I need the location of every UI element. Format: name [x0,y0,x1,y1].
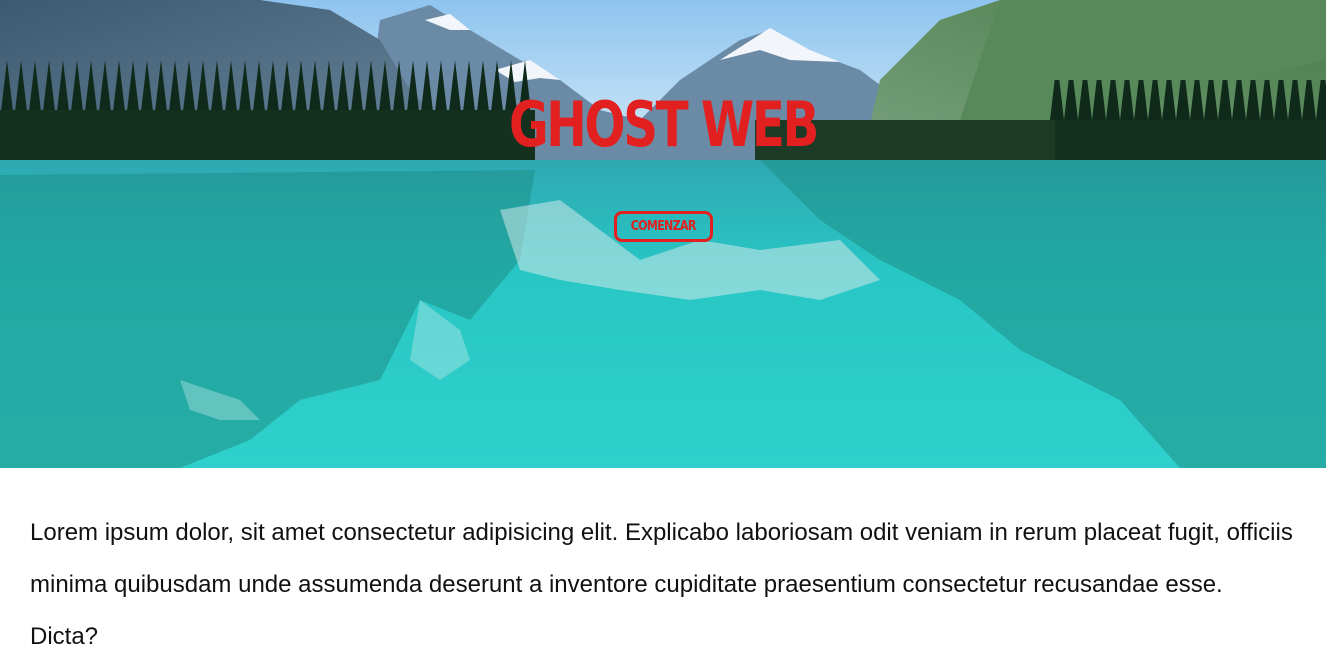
hero-banner: GHOST WEB COMENZAR [0,0,1326,468]
hero-title: GHOST WEB [508,88,819,161]
start-button[interactable]: COMENZAR [614,211,713,242]
start-button-label: COMENZAR [631,219,697,234]
intro-paragraph: Lorem ipsum dolor, sit amet consectetur … [30,519,1293,650]
